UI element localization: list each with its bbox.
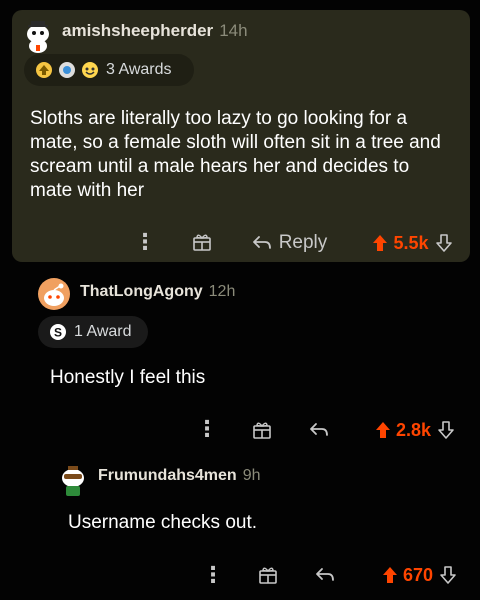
avatar[interactable] (58, 462, 88, 498)
downvote-icon[interactable] (435, 233, 453, 253)
avatar[interactable] (38, 278, 70, 310)
upvote-icon[interactable] (374, 420, 392, 440)
reply-icon (316, 568, 334, 581)
username[interactable]: ThatLongAgony 12h (80, 283, 235, 301)
vote-controls: 2.8k (362, 417, 467, 443)
vote-controls: 5.5k (362, 230, 462, 256)
give-award-button[interactable] (250, 418, 274, 442)
downvote-icon[interactable] (437, 420, 455, 440)
reply-button[interactable]: Reply (244, 230, 334, 256)
give-award-button[interactable] (256, 563, 280, 587)
awards-badge[interactable]: S 1 Award (38, 316, 148, 348)
comment-highlighted: amishsheepherder 14h 3 Awards Sloths are … (12, 10, 470, 262)
downvote-icon[interactable] (439, 565, 457, 585)
award-icon (57, 60, 77, 80)
reply-button[interactable] (305, 418, 333, 442)
comment-body: Honestly I feel this (50, 367, 206, 388)
award-icon (193, 234, 211, 251)
svg-text:S: S (54, 326, 62, 340)
vote-count: 2.8k (395, 419, 432, 440)
upvote-icon[interactable] (381, 565, 399, 585)
awards-count: 1 Award (74, 323, 132, 340)
more-options-icon[interactable]: ⋮ (134, 228, 156, 256)
more-options-icon[interactable]: ⋮ (202, 561, 224, 589)
comment-body: Username checks out. (68, 512, 258, 533)
award-icon (253, 422, 271, 439)
reply-icon (310, 423, 328, 436)
vote-count: 670 (402, 564, 434, 585)
comment-body: Sloths are literally too lazy to go look… (30, 108, 441, 201)
timestamp: 14h (219, 21, 248, 40)
vote-count: 5.5k (393, 232, 429, 253)
reply-button[interactable] (311, 563, 339, 587)
vote-controls: 670 (370, 562, 468, 588)
avatar[interactable] (22, 18, 54, 54)
more-options-icon[interactable]: ⋮ (196, 415, 218, 443)
awards-badge[interactable]: 3 Awards (24, 54, 194, 86)
reply-icon (252, 236, 271, 249)
give-award-button[interactable] (190, 230, 214, 254)
award-icon (80, 60, 100, 80)
award-icon (34, 60, 54, 80)
upvote-icon[interactable] (371, 233, 389, 253)
timestamp: 9h (242, 467, 261, 484)
award-icon: S (48, 322, 68, 342)
username[interactable]: Frumundahs4men 9h (98, 467, 260, 485)
awards-count: 3 Awards (106, 61, 172, 78)
username[interactable]: amishsheepherder 14h (62, 21, 248, 41)
timestamp: 12h (208, 283, 236, 300)
award-icon (259, 567, 277, 584)
